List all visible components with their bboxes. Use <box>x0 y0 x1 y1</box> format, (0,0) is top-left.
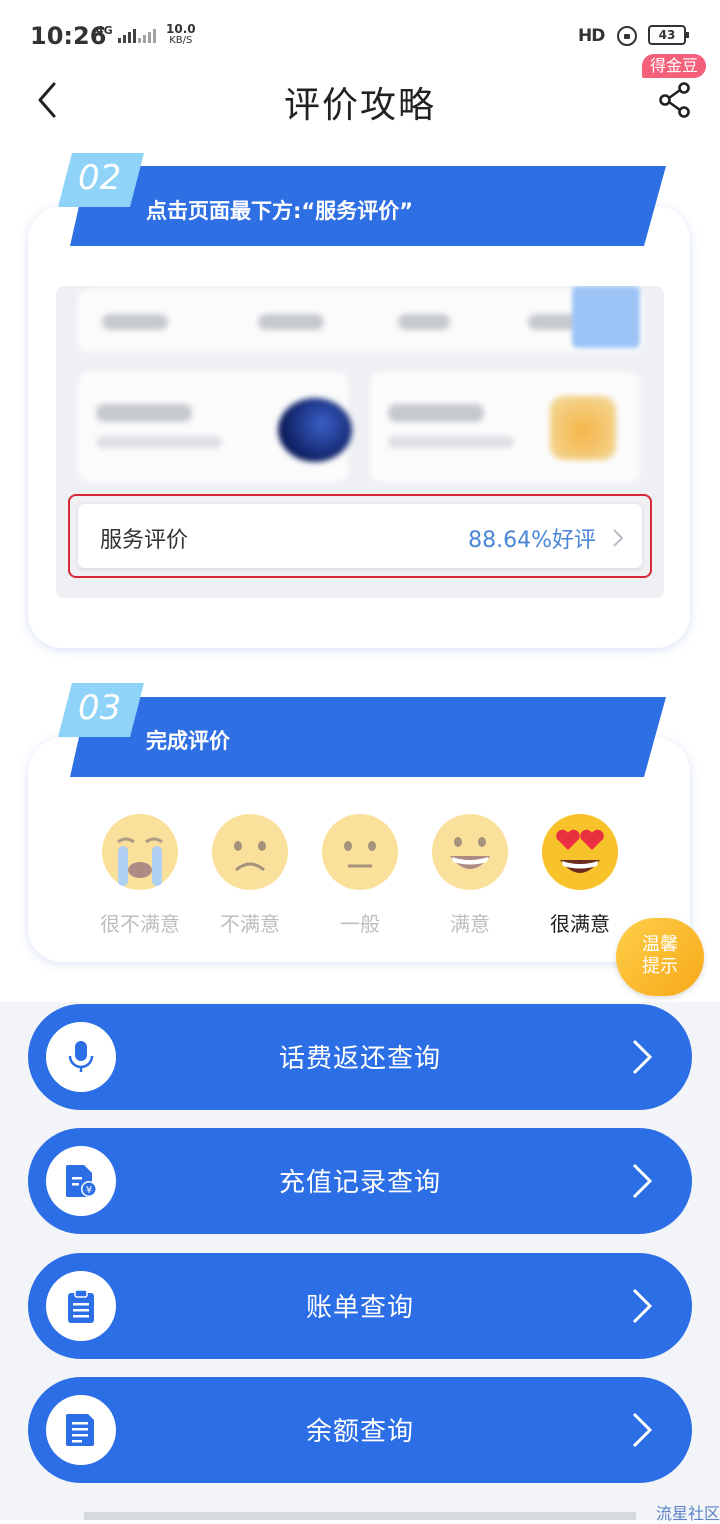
step-3-title: 完成评价 <box>146 729 230 753</box>
service-rating-row[interactable]: 服务评价 88.64%好评 <box>68 494 652 578</box>
query-label: 余额查询 <box>305 1417 414 1447</box>
crying-face-icon <box>102 814 178 890</box>
hd-voice-icon: HD <box>578 26 605 46</box>
warm-tips-button[interactable]: 温馨 提示 <box>616 918 704 996</box>
chevron-right-icon <box>632 1163 653 1199</box>
share-icon[interactable] <box>656 80 696 120</box>
rating-option-very-satisfied[interactable]: 很满意 <box>525 812 635 937</box>
warm-tips-line2: 提示 <box>642 956 678 977</box>
rating-options: 很不满意 不满意 一般 满意 很满意 <box>56 812 664 936</box>
bill-query-button[interactable]: 账单查询 <box>28 1253 692 1359</box>
blurred-promo-card <box>78 372 352 482</box>
frowning-face-icon <box>212 814 288 890</box>
rating-option-label: 不满意 <box>220 912 280 936</box>
page-title: 评价攻略 <box>283 85 436 126</box>
bottom-tab-strip <box>84 1512 636 1520</box>
step-2-title: 点击页面最下方:“服务评价” <box>146 199 414 223</box>
rating-option-unsatisfied[interactable]: 不满意 <box>195 812 305 937</box>
chevron-right-icon <box>632 1412 653 1448</box>
network-speed: 10.0 KB/S <box>166 22 196 46</box>
rating-option-label: 很满意 <box>550 912 610 936</box>
watermark: 流星社区 <box>655 1504 720 1523</box>
recharge-record-query-button[interactable]: ¥ 充值记录查询 <box>28 1128 692 1234</box>
query-label: 话费返还查询 <box>278 1044 441 1074</box>
rating-option-label: 一般 <box>340 912 380 936</box>
chevron-right-icon <box>632 1039 653 1075</box>
blurred-menu-row <box>78 290 644 352</box>
rating-option-neutral[interactable]: 一般 <box>305 812 415 937</box>
warm-tips-line1: 温馨 <box>642 934 678 955</box>
status-time: 10:26 <box>30 22 107 50</box>
positive-rate: 88.64%好评 <box>468 528 596 553</box>
battery-icon: 43 <box>648 25 689 45</box>
step-2-number: 02 <box>78 158 122 198</box>
grinning-face-icon <box>432 814 508 890</box>
neutral-face-icon <box>322 814 398 890</box>
heart-eyes-face-icon <box>542 814 618 890</box>
rating-option-very-unsatisfied[interactable]: 很不满意 <box>85 812 195 937</box>
blurred-promo-card <box>370 372 640 482</box>
service-rating-label: 服务评价 <box>100 528 189 553</box>
network-type: 4G <box>96 24 113 37</box>
signal-icon <box>138 27 156 43</box>
query-label: 账单查询 <box>305 1293 414 1323</box>
rotation-lock-icon <box>617 26 637 46</box>
rating-option-label: 满意 <box>450 912 490 936</box>
recharge-refund-query-button[interactable]: 话费返还查询 <box>28 1004 692 1110</box>
balance-query-button[interactable]: 余额查询 <box>28 1377 692 1483</box>
signal-icon <box>118 27 136 43</box>
chevron-right-icon <box>632 1288 653 1324</box>
earn-beans-badge[interactable]: 得金豆 <box>642 54 707 78</box>
chevron-right-icon <box>613 529 624 547</box>
step-3-number: 03 <box>78 688 122 728</box>
status-bar: 10:26 4G 10.0 KB/S HD 43 <box>0 0 720 72</box>
query-label: 充值记录查询 <box>278 1168 441 1198</box>
rating-option-satisfied[interactable]: 满意 <box>415 812 525 937</box>
blurred-thumbnail <box>572 286 640 348</box>
rating-option-label: 很不满意 <box>100 912 180 936</box>
